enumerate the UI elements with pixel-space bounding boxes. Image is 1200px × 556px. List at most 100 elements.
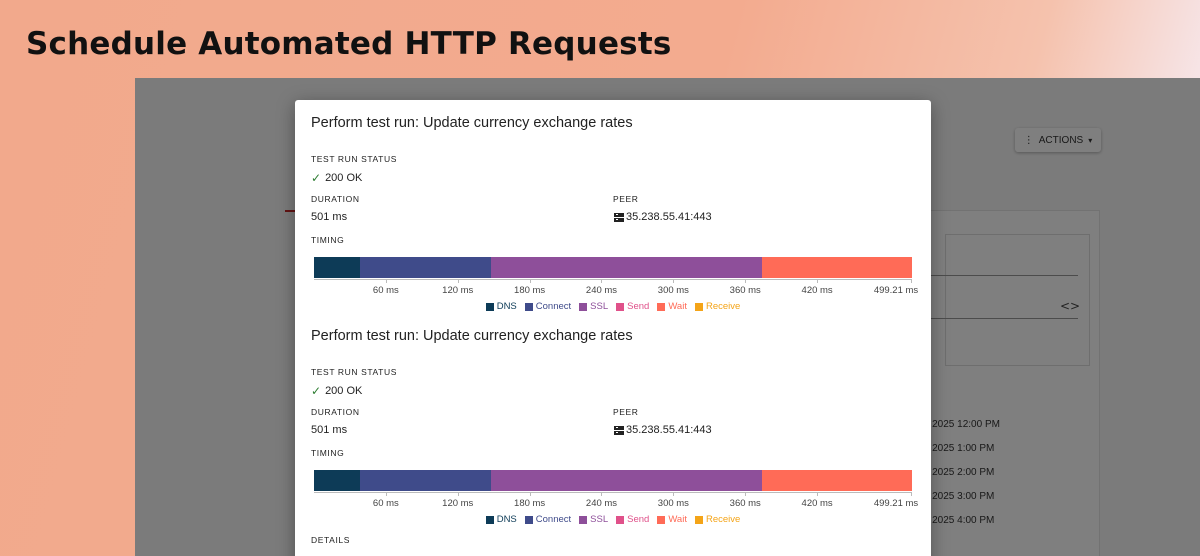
peer-label: PEER — [613, 194, 639, 204]
timing-segment-dns[interactable] — [314, 470, 360, 491]
timing-segment-dns[interactable] — [314, 257, 360, 278]
timing-segment-connect[interactable] — [359, 470, 492, 491]
legend-label: Send — [627, 514, 650, 525]
axis-tick — [745, 279, 747, 283]
peer-text: 35.238.55.41:443 — [626, 211, 712, 223]
axis-tick-label: 499.21 ms — [873, 498, 919, 509]
status-text: 200 OK — [325, 172, 363, 184]
axis-tick — [457, 279, 459, 283]
axis-tick — [817, 279, 819, 283]
axis-tick-label: 420 ms — [801, 285, 833, 296]
axis-tick-label: 499.21 ms — [873, 285, 919, 296]
legend-swatch — [579, 302, 588, 311]
details-label: DETAILS — [311, 535, 350, 545]
peer-value: 35.238.55.41:443 — [614, 424, 712, 436]
axis-tick-label: 420 ms — [801, 498, 833, 509]
legend-swatch — [485, 302, 494, 311]
axis-tick — [911, 279, 912, 283]
axis-tick — [385, 492, 387, 496]
axis-tick — [817, 492, 819, 496]
legend-item-ssl[interactable]: SSL — [579, 301, 608, 312]
banner-title: Schedule Automated HTTP Requests — [26, 26, 672, 62]
legend-swatch — [485, 515, 494, 524]
timing-legend: DNS Connect SSL Send Wait Receive — [295, 301, 931, 312]
legend-label: SSL — [590, 514, 609, 525]
legend-label: DNS — [496, 301, 517, 312]
timing-label: TIMING — [311, 448, 345, 458]
legend-label: Receive — [705, 301, 741, 312]
legend-label: Connect — [535, 301, 572, 312]
legend-item-dns[interactable]: DNS — [485, 301, 517, 312]
axis-tick — [601, 492, 603, 496]
axis-tick-label: 180 ms — [514, 498, 546, 509]
peer-text: 35.238.55.41:443 — [626, 424, 712, 436]
axis-tick-label: 240 ms — [585, 498, 618, 509]
axis-tick — [601, 279, 603, 283]
legend-item-send[interactable]: Send — [616, 514, 649, 525]
duration-label: DURATION — [311, 194, 360, 204]
axis-tick — [673, 279, 675, 283]
axis-tick-label: 240 ms — [585, 285, 618, 296]
timing-axis — [314, 492, 912, 493]
axis-tick-label: 300 ms — [657, 498, 689, 509]
status-label: TEST RUN STATUS — [311, 154, 397, 164]
legend-item-wait[interactable]: Wait — [657, 301, 687, 312]
timing-segment-wait[interactable] — [762, 257, 912, 278]
duration-label: DURATION — [311, 407, 360, 417]
legend-item-send[interactable]: Send — [616, 301, 649, 312]
legend-swatch — [694, 515, 703, 524]
timing-bar — [314, 257, 912, 278]
legend-label: DNS — [496, 514, 517, 525]
axis-tick — [529, 492, 531, 496]
check-icon: ✓ — [311, 384, 322, 398]
timing-axis — [314, 279, 912, 280]
legend-swatch — [694, 302, 703, 311]
axis-tick-label: 360 ms — [729, 498, 761, 509]
axis-tick-label: 120 ms — [442, 285, 474, 296]
peer-label: PEER — [613, 407, 639, 417]
timing-segment-ssl[interactable] — [491, 470, 762, 491]
legend-label: Receive — [705, 514, 741, 525]
duration-value: 501 ms — [311, 211, 348, 223]
axis-tick-label: 60 ms — [372, 498, 399, 509]
legend-item-ssl[interactable]: SSL — [579, 514, 608, 525]
status-value: ✓ 200 OK — [311, 171, 362, 185]
legend-label: SSL — [590, 301, 609, 312]
server-icon — [614, 212, 624, 222]
dialog-title: Perform test run: Update currency exchan… — [311, 115, 633, 131]
axis-tick — [385, 279, 387, 283]
axis-tick — [673, 492, 675, 496]
axis-tick — [745, 492, 747, 496]
check-icon: ✓ — [311, 171, 322, 185]
status-text: 200 OK — [325, 385, 363, 397]
duration-value: 501 ms — [311, 424, 348, 436]
timing-label: TIMING — [311, 235, 345, 245]
legend-item-dns[interactable]: DNS — [485, 514, 517, 525]
timing-segment-connect[interactable] — [359, 257, 492, 278]
axis-tick-label: 360 ms — [729, 285, 761, 296]
axis-tick-label: 180 ms — [514, 285, 546, 296]
test-run-dialog: Perform test run: Update currency exchan… — [295, 100, 931, 556]
axis-tick — [911, 492, 912, 496]
timing-segment-wait[interactable] — [762, 470, 912, 491]
legend-label: Wait — [668, 301, 687, 312]
dialog-title: Perform test run: Update currency exchan… — [311, 328, 633, 344]
legend-item-connect[interactable]: Connect — [524, 514, 571, 525]
legend-item-receive[interactable]: Receive — [694, 514, 741, 525]
legend-swatch — [524, 515, 533, 524]
server-icon — [614, 425, 624, 435]
legend-swatch — [579, 515, 588, 524]
legend-swatch — [616, 515, 625, 524]
axis-tick — [529, 279, 531, 283]
timing-bar — [314, 470, 912, 491]
axis-tick-label: 120 ms — [442, 498, 474, 509]
peer-value: 35.238.55.41:443 — [614, 211, 712, 223]
legend-item-wait[interactable]: Wait — [657, 514, 687, 525]
timing-legend: DNS Connect SSL Send Wait Receive — [295, 514, 931, 525]
legend-item-connect[interactable]: Connect — [524, 301, 572, 312]
timing-segment-ssl[interactable] — [491, 257, 762, 278]
legend-swatch — [616, 302, 625, 311]
legend-swatch — [657, 515, 666, 524]
status-value: ✓ 200 OK — [311, 384, 362, 398]
legend-item-receive[interactable]: Receive — [694, 301, 741, 312]
